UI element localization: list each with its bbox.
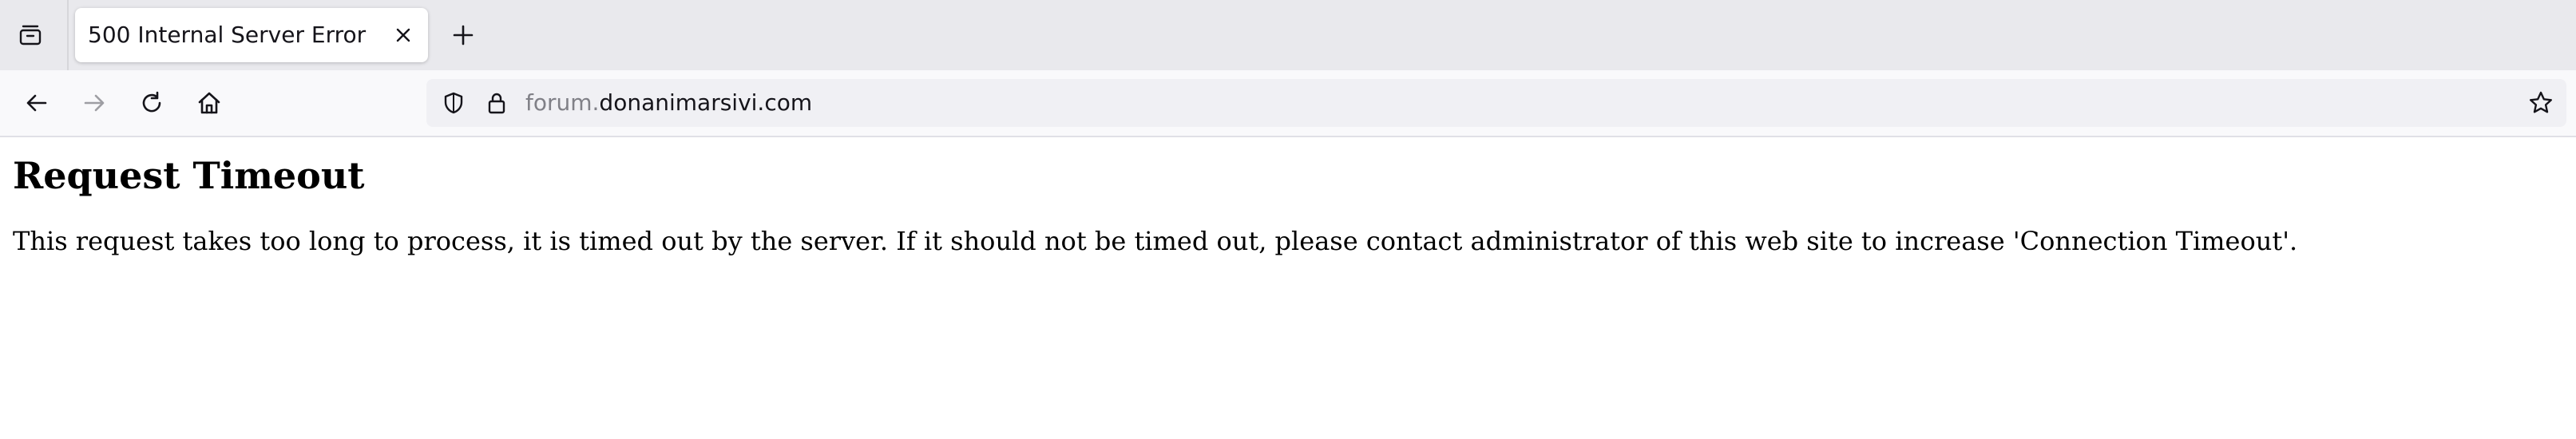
home-button[interactable] [188, 82, 230, 124]
tab-title: 500 Internal Server Error [88, 22, 367, 48]
arrow-left-icon [24, 90, 50, 116]
url-text[interactable]: forum.donanimarsivi.com [525, 79, 812, 127]
address-bar[interactable]: forum.donanimarsivi.com [426, 79, 2566, 127]
forward-button[interactable] [73, 82, 115, 124]
arrow-right-icon [81, 90, 107, 116]
home-icon [196, 90, 222, 116]
site-info-button[interactable] [482, 89, 511, 117]
new-tab-button[interactable] [444, 18, 482, 53]
lock-icon [485, 91, 509, 115]
tab-close-button[interactable] [388, 20, 418, 50]
tab-strip-divider [67, 0, 69, 70]
page-content: Request Timeout This request takes too l… [0, 137, 2576, 439]
url-subdomain: forum. [525, 89, 600, 116]
tab-list-button[interactable] [11, 18, 50, 53]
url-domain: donanimarsivi.com [599, 89, 813, 116]
star-icon [2528, 90, 2554, 116]
active-tab[interactable]: 500 Internal Server Error [75, 8, 428, 62]
reload-button[interactable] [131, 82, 172, 124]
back-button[interactable] [16, 82, 57, 124]
navigation-bar: forum.donanimarsivi.com [0, 70, 2576, 137]
close-icon [395, 27, 411, 43]
bookmark-button[interactable] [2525, 87, 2557, 119]
reload-icon [139, 90, 164, 116]
page-title: Request Timeout [13, 154, 365, 197]
error-message: This request takes too long to process, … [13, 226, 2298, 256]
tab-strip: 500 Internal Server Error [0, 0, 2576, 70]
plus-icon [452, 24, 474, 46]
shield-icon [442, 91, 466, 115]
tracking-protection-button[interactable] [439, 89, 468, 117]
tab-list-icon [18, 22, 43, 48]
